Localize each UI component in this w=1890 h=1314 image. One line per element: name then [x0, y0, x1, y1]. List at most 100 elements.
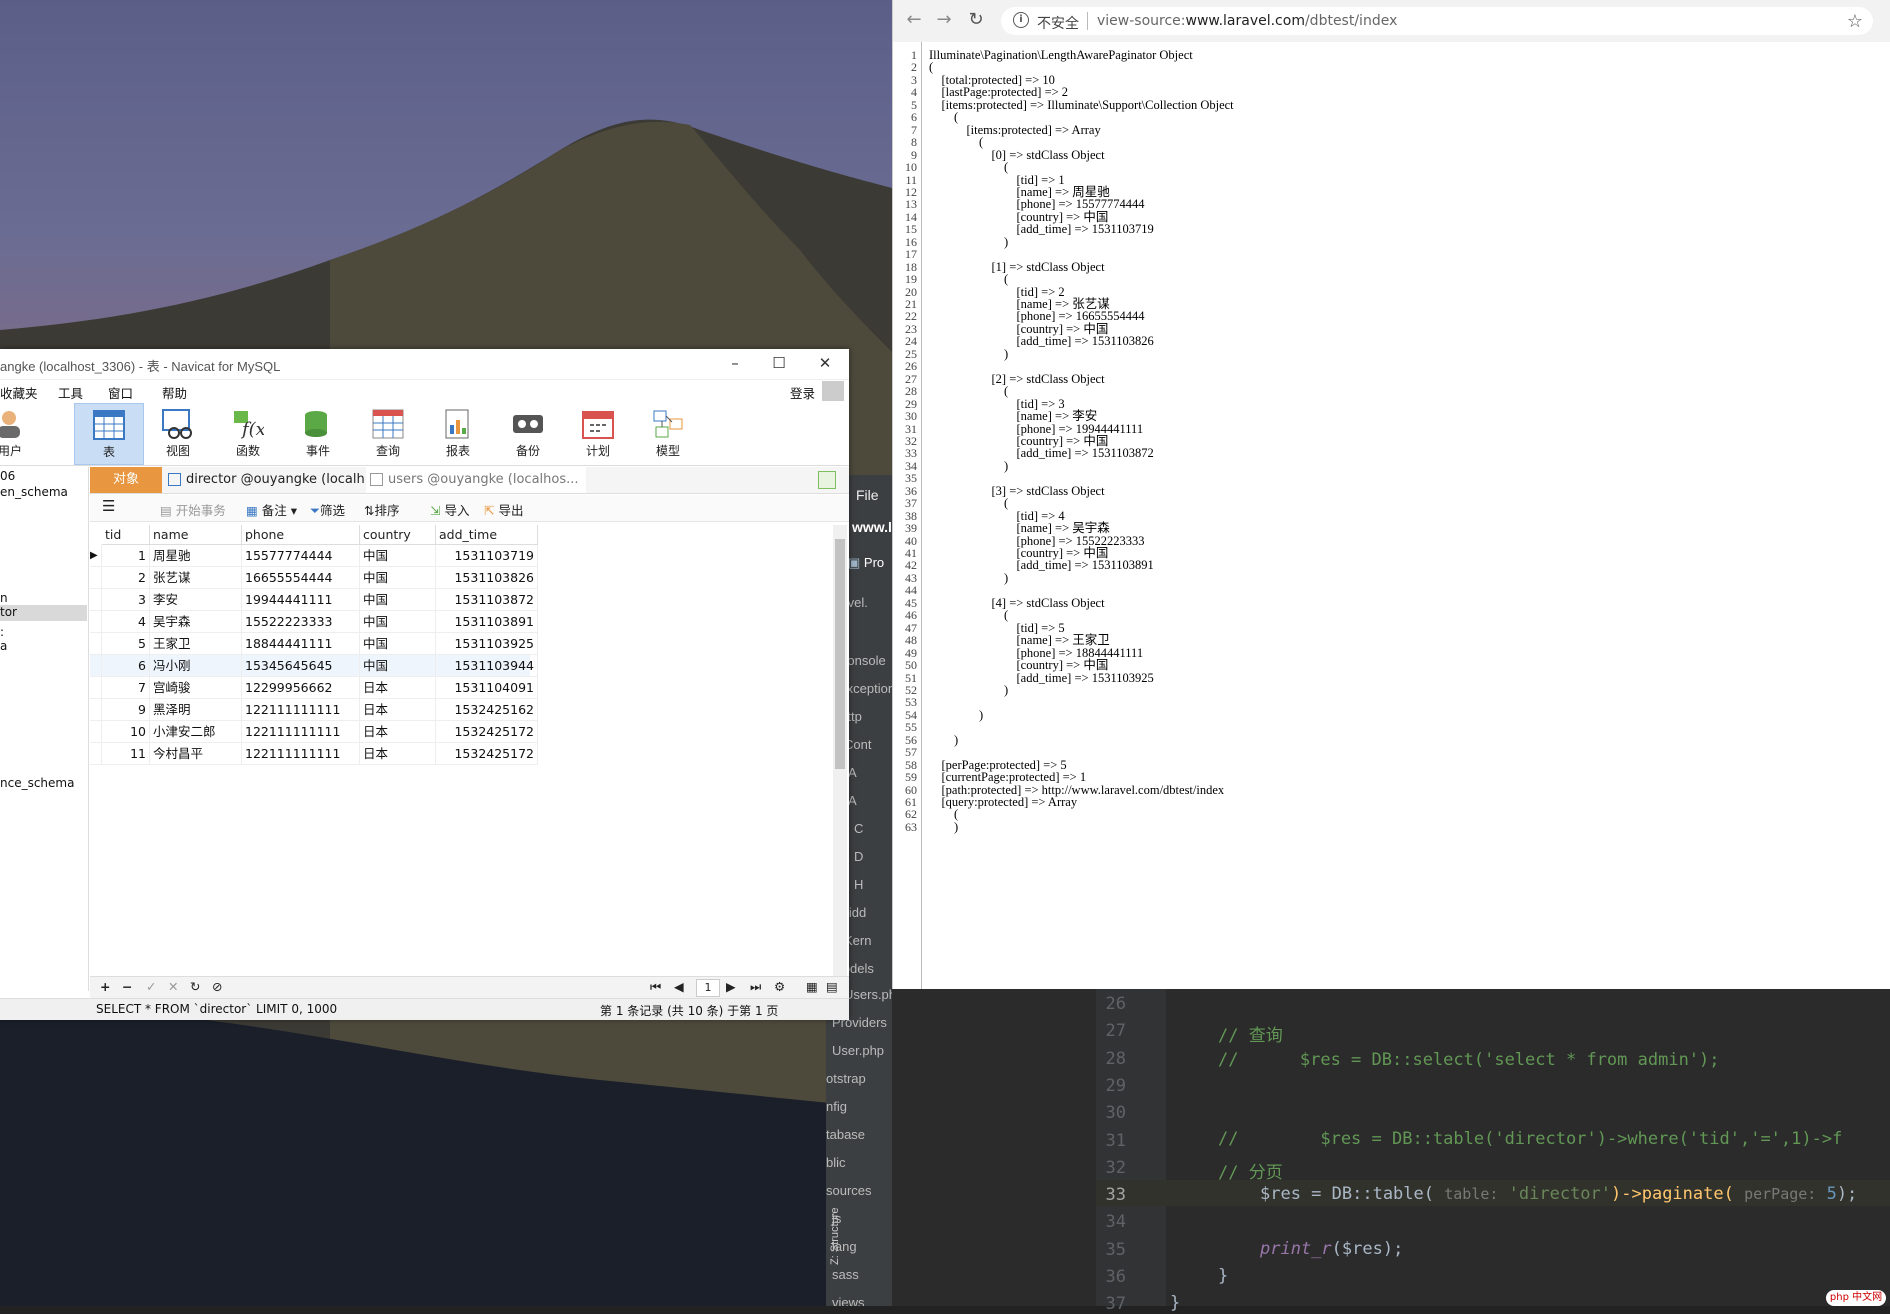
first-page-icon[interactable]: ⏮ [650, 979, 661, 995]
column-header[interactable]: add_time [436, 525, 538, 545]
table-cell[interactable]: 4 [102, 611, 150, 633]
project-tree-item[interactable]: js [832, 1211, 841, 1226]
new-tab-icon[interactable] [818, 471, 836, 489]
maximize-icon[interactable]: ☐ [769, 353, 789, 373]
toolbar-report[interactable]: 报表 [424, 403, 492, 463]
toolbar-view[interactable]: 视图 [144, 403, 212, 463]
cancel-icon[interactable]: ✕ [168, 979, 178, 994]
tab-objects[interactable]: 对象 [90, 467, 162, 493]
toolbar-event[interactable]: 事件 [284, 403, 352, 463]
project-tree-item[interactable]: Users.php [844, 987, 892, 1002]
table-cell[interactable]: 12299956662 [242, 677, 360, 699]
table-row[interactable]: 10 小津安二郎 122111111111 日本 1532425172 [90, 721, 538, 743]
table-row[interactable]: ▶ 1 周星驰 15577774444 中国 1531103719 [90, 545, 538, 567]
prev-page-icon[interactable]: ◀ [674, 979, 684, 994]
table-cell[interactable]: 1531103719 [436, 545, 538, 567]
table-cell[interactable]: 中国 [360, 611, 436, 633]
table-cell[interactable]: 今村昌平 [150, 743, 242, 765]
table-cell[interactable]: 15345645645 [242, 655, 360, 677]
tree-item[interactable]: : [0, 625, 4, 639]
ide-menu-file[interactable]: File [856, 487, 879, 503]
table-cell[interactable]: 冯小刚 [150, 655, 242, 677]
minimize-icon[interactable]: – [725, 353, 745, 373]
note-button[interactable]: ▦ 备注 ▾ [246, 500, 297, 519]
project-tree-item[interactable]: tabase [826, 1127, 865, 1142]
begin-transaction-button[interactable]: ▤ 开始事务 [160, 500, 226, 519]
table-cell[interactable]: 3 [102, 589, 150, 611]
table-cell[interactable]: 11 [102, 743, 150, 765]
toolbar-query[interactable]: 查询 [354, 403, 422, 463]
tree-item[interactable]: en_schema [0, 485, 68, 499]
table-cell[interactable]: 中国 [360, 545, 436, 567]
toolbar-table[interactable]: 表 [74, 403, 144, 465]
table-cell[interactable]: 10 [102, 721, 150, 743]
column-header[interactable]: phone [242, 525, 360, 545]
table-cell[interactable]: 日本 [360, 743, 436, 765]
project-tree-item[interactable]: User.php [832, 1043, 884, 1058]
tree-item[interactable]: a [0, 639, 7, 653]
add-row-icon[interactable]: + [100, 979, 110, 994]
table-row[interactable]: 4 吴宇森 15522223333 中国 1531103891 [90, 611, 538, 633]
menu-help[interactable]: 帮助 [162, 383, 187, 402]
table-cell[interactable]: 1531103891 [436, 611, 538, 633]
table-cell[interactable]: 122111111111 [242, 699, 360, 721]
table-row[interactable]: 3 李安 19944441111 中国 1531103872 [90, 589, 538, 611]
form-view-icon[interactable]: ▤ [826, 979, 838, 994]
table-row[interactable]: 2 张艺谋 16655554444 中国 1531103826 [90, 567, 538, 589]
table-cell[interactable]: 黑泽明 [150, 699, 242, 721]
table-cell[interactable]: 日本 [360, 677, 436, 699]
column-header[interactable]: tid [102, 525, 150, 545]
back-icon[interactable]: ← [903, 9, 925, 31]
menu-tools[interactable]: 工具 [58, 383, 83, 402]
table-cell[interactable]: 中国 [360, 567, 436, 589]
table-row[interactable]: 5 王家卫 18844441111 中国 1531103925 [90, 633, 538, 655]
table-cell[interactable]: 1531103826 [436, 567, 538, 589]
project-tree-item[interactable]: H [854, 877, 863, 892]
table-cell[interactable]: 1531104091 [436, 677, 538, 699]
tab-users[interactable]: users @ouyangke (localhos... [366, 467, 586, 493]
project-tree-item[interactable]: C [854, 821, 863, 836]
table-row[interactable]: 9 黑泽明 122111111111 日本 1532425162 [90, 699, 538, 721]
settings-icon[interactable]: ⚙ [774, 979, 785, 994]
bookmark-star-icon[interactable]: ☆ [1847, 11, 1863, 32]
table-cell[interactable]: 6 [102, 655, 150, 677]
table-cell[interactable]: 王家卫 [150, 633, 242, 655]
stop-icon[interactable]: ⊘ [212, 979, 222, 994]
table-cell[interactable]: 中国 [360, 633, 436, 655]
table-row[interactable]: 11 今村昌平 122111111111 日本 1532425172 [90, 743, 538, 765]
table-cell[interactable]: 16655554444 [242, 567, 360, 589]
table-cell[interactable]: 122111111111 [242, 721, 360, 743]
project-tree-item[interactable]: blic [826, 1155, 846, 1170]
address-bar[interactable]: i 不安全 view-source:www.laravel.com/dbtest… [1001, 7, 1873, 35]
toolbar-model[interactable]: 模型 [634, 403, 702, 463]
info-icon[interactable]: i [1013, 12, 1029, 28]
scrollbar-thumb[interactable] [835, 539, 845, 769]
table-row[interactable]: 7 宫崎骏 12299956662 日本 1531104091 [90, 677, 538, 699]
apply-icon[interactable]: ✓ [146, 979, 156, 994]
project-tree-item[interactable]: D [854, 849, 863, 864]
project-tree-item[interactable]: sass [832, 1267, 859, 1282]
close-icon[interactable]: ✕ [815, 353, 835, 373]
sort-button[interactable]: ⇅排序 [364, 500, 400, 519]
table-row[interactable]: 6 冯小刚 15345645645 中国 1531103944 [90, 655, 538, 677]
project-tree-item[interactable]: views [832, 1295, 865, 1306]
next-page-icon[interactable]: ▶ [726, 979, 736, 994]
menu-window[interactable]: 窗口 [108, 383, 133, 402]
table-cell[interactable]: 周星驰 [150, 545, 242, 567]
forward-icon[interactable]: → [933, 9, 955, 31]
toolbar-backup[interactable]: 备份 [494, 403, 562, 463]
table-cell[interactable]: 吴宇森 [150, 611, 242, 633]
table-cell[interactable]: 15522223333 [242, 611, 360, 633]
export-button[interactable]: ⇱ 导出 [484, 500, 523, 519]
reload-icon[interactable]: ↻ [965, 9, 987, 31]
table-cell[interactable]: 1532425172 [436, 743, 538, 765]
filter-button[interactable]: ⏷筛选 [310, 500, 345, 519]
refresh-icon[interactable]: ↻ [190, 979, 200, 994]
table-cell[interactable]: 9 [102, 699, 150, 721]
table-cell[interactable]: 19944441111 [242, 589, 360, 611]
table-cell[interactable]: 1531103925 [436, 633, 538, 655]
table-cell[interactable]: 1531103944 [436, 655, 538, 677]
column-header[interactable]: name [150, 525, 242, 545]
column-header[interactable]: country [360, 525, 436, 545]
table-cell[interactable]: 张艺谋 [150, 567, 242, 589]
